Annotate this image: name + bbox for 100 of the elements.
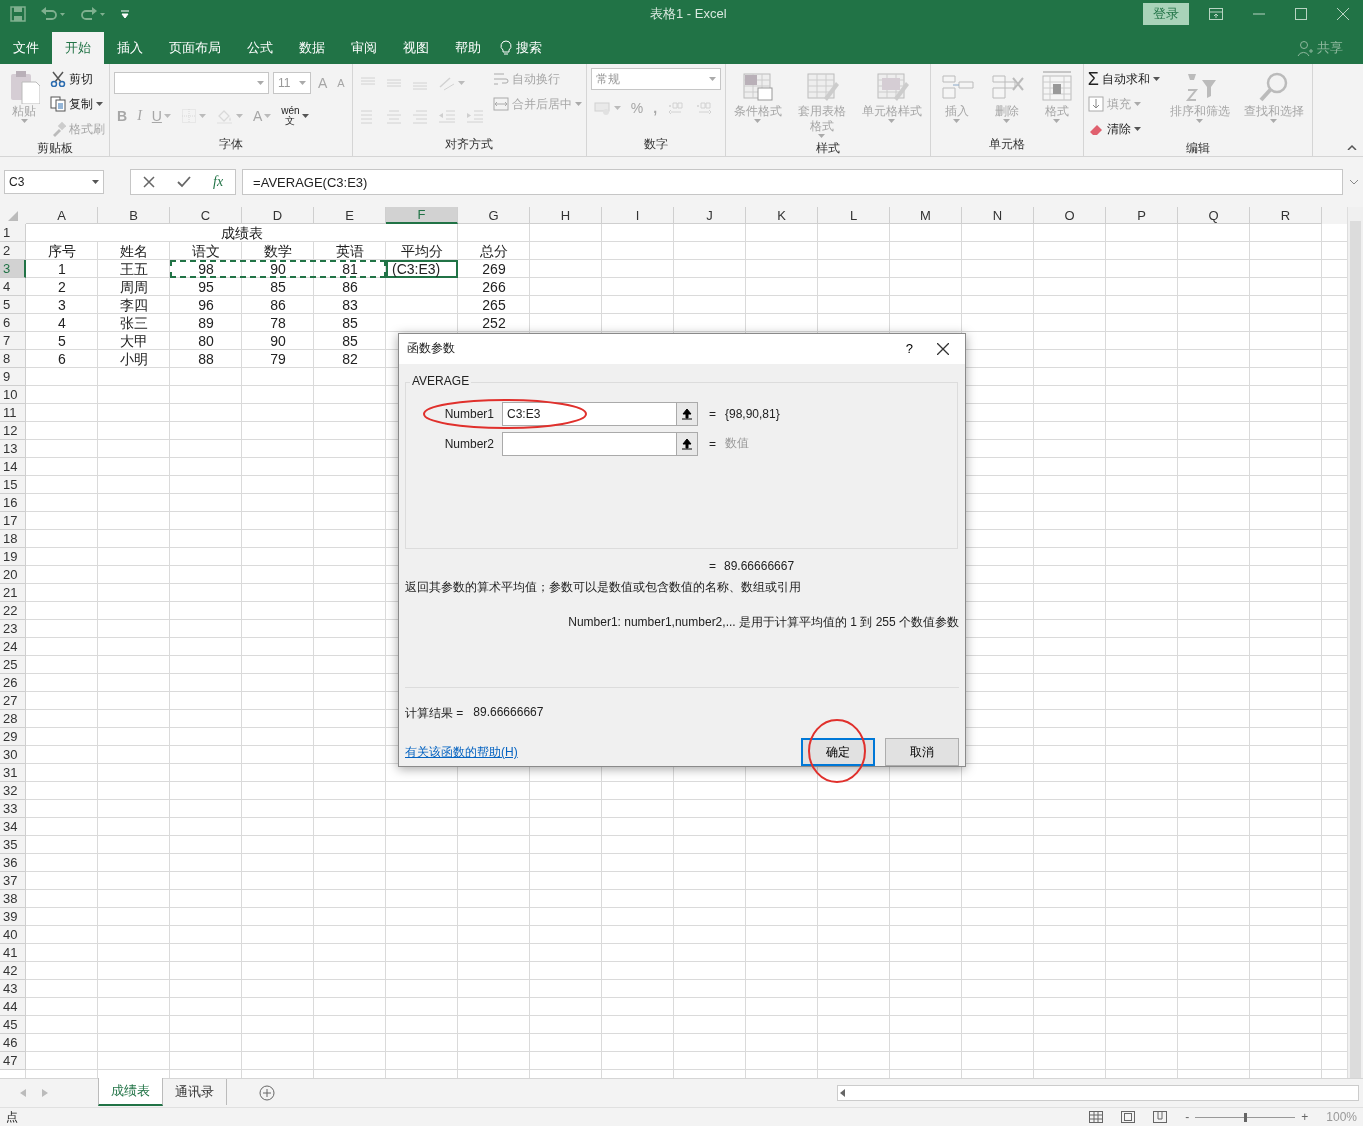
collapse-icon[interactable] [1347, 144, 1357, 150]
row-header[interactable]: 20 [0, 566, 26, 584]
save-icon[interactable] [10, 6, 26, 22]
row-header[interactable]: 17 [0, 512, 26, 530]
row-header[interactable]: 27 [0, 692, 26, 710]
name-box[interactable]: C3 [4, 170, 104, 194]
sheet-tab[interactable]: 通讯录 [163, 1079, 227, 1105]
help-link[interactable]: 有关该函数的帮助(H) [405, 743, 518, 761]
add-sheet-icon[interactable] [259, 1085, 275, 1101]
column-header[interactable]: K [746, 207, 818, 224]
insert-function-button[interactable]: fx [213, 174, 224, 190]
zoom-out-button[interactable]: - [1185, 1110, 1190, 1124]
row-header[interactable]: 22 [0, 602, 26, 620]
row-header[interactable]: 19 [0, 548, 26, 566]
menu-tab[interactable]: 页面布局 [156, 32, 234, 64]
row-header[interactable]: 38 [0, 890, 26, 908]
column-header[interactable]: Q [1178, 207, 1250, 224]
column-header[interactable]: E [314, 207, 386, 224]
menu-tab[interactable]: 文件 [0, 32, 52, 64]
column-header[interactable]: C [170, 207, 242, 224]
row-header[interactable]: 2 [0, 242, 26, 260]
ribbon-button[interactable]: 清除 [1087, 118, 1160, 140]
row-header[interactable]: 26 [0, 674, 26, 692]
column-header[interactable]: N [962, 207, 1034, 224]
row-header[interactable]: 39 [0, 908, 26, 926]
caret-icon[interactable] [96, 102, 103, 106]
cancel-icon[interactable] [143, 176, 155, 188]
column-header[interactable]: I [602, 207, 674, 224]
row-header[interactable]: 16 [0, 494, 26, 512]
ribbon-button[interactable]: Σ 自动求和 [1087, 68, 1160, 90]
row-header[interactable]: 10 [0, 386, 26, 404]
zoom-in-button[interactable]: + [1301, 1110, 1309, 1124]
row-header[interactable]: 24 [0, 638, 26, 656]
column-header[interactable]: M [890, 207, 962, 224]
caret-icon[interactable] [1152, 77, 1160, 81]
check-icon[interactable] [177, 176, 191, 188]
column-header[interactable]: H [530, 207, 602, 224]
caret-icon[interactable] [1349, 179, 1359, 185]
row-header[interactable]: 37 [0, 872, 26, 890]
row-header[interactable]: 43 [0, 980, 26, 998]
argument-field[interactable]: C3:E3 [502, 401, 698, 426]
row-header[interactable]: 29 [0, 728, 26, 746]
redo-icon[interactable] [80, 6, 106, 22]
close-icon[interactable] [937, 342, 949, 355]
row-header[interactable]: 7 [0, 332, 26, 350]
column-header[interactable]: O [1034, 207, 1106, 224]
row-header[interactable]: 6 [0, 314, 26, 332]
sheet-tab[interactable]: 成绩表 [98, 1078, 163, 1106]
search-label[interactable]: 搜索 [516, 39, 542, 57]
scroll-left-icon[interactable] [838, 1087, 848, 1099]
menu-tab[interactable]: 帮助 [442, 32, 494, 64]
caret-icon[interactable] [1133, 127, 1141, 131]
column-header[interactable]: J [674, 207, 746, 224]
caret-icon[interactable] [92, 180, 99, 184]
row-header[interactable]: 44 [0, 998, 26, 1016]
row-header[interactable]: 21 [0, 584, 26, 602]
scissors-icon[interactable] [50, 71, 66, 87]
row-header[interactable]: 35 [0, 836, 26, 854]
next-sheet-icon[interactable] [42, 1089, 48, 1097]
row-header[interactable]: 3 [0, 260, 26, 278]
column-header[interactable]: L [818, 207, 890, 224]
row-header[interactable]: 28 [0, 710, 26, 728]
column-header[interactable]: B [98, 207, 170, 224]
select-all-icon[interactable] [8, 210, 18, 221]
ok-button[interactable]: 确定 [801, 738, 875, 766]
row-header[interactable]: 12 [0, 422, 26, 440]
scroll-thumb[interactable] [1350, 221, 1361, 1078]
row-header[interactable]: 8 [0, 350, 26, 368]
row-header[interactable]: 46 [0, 1034, 26, 1052]
dropdown-field[interactable] [114, 72, 269, 94]
page-break-icon[interactable] [1153, 1111, 1168, 1123]
maximize-icon[interactable] [1295, 8, 1307, 20]
customize-icon[interactable] [120, 9, 130, 19]
row-header[interactable]: 30 [0, 746, 26, 764]
row-header[interactable]: 34 [0, 818, 26, 836]
active-cell[interactable]: (C3:E3) [386, 260, 458, 278]
column-header[interactable]: A [26, 207, 98, 224]
column-header[interactable]: G [458, 207, 530, 224]
person-add-icon[interactable] [1297, 40, 1313, 56]
login-button[interactable]: 登录 [1143, 3, 1189, 25]
menu-tab[interactable]: 审阅 [338, 32, 390, 64]
row-header[interactable]: 41 [0, 944, 26, 962]
page-layout-icon[interactable] [1121, 1111, 1136, 1123]
help-button[interactable]: ? [905, 341, 913, 357]
row-header[interactable]: 32 [0, 782, 26, 800]
row-header[interactable]: 33 [0, 800, 26, 818]
menu-tab[interactable]: 数据 [286, 32, 338, 64]
row-header[interactable]: 4 [0, 278, 26, 296]
menu-tab[interactable]: 视图 [390, 32, 442, 64]
format-button[interactable]: wén 文 [278, 106, 312, 126]
collapse-dialog-icon[interactable] [682, 437, 692, 450]
column-header[interactable]: F [386, 207, 458, 224]
collapse-dialog-icon[interactable] [682, 407, 692, 420]
row-header[interactable]: 23 [0, 620, 26, 638]
row-header[interactable]: 18 [0, 530, 26, 548]
row-header[interactable]: 14 [0, 458, 26, 476]
copy-icon[interactable] [50, 96, 66, 112]
lightbulb-icon[interactable] [500, 40, 512, 56]
row-header[interactable]: 45 [0, 1016, 26, 1034]
row-header[interactable]: 31 [0, 764, 26, 782]
